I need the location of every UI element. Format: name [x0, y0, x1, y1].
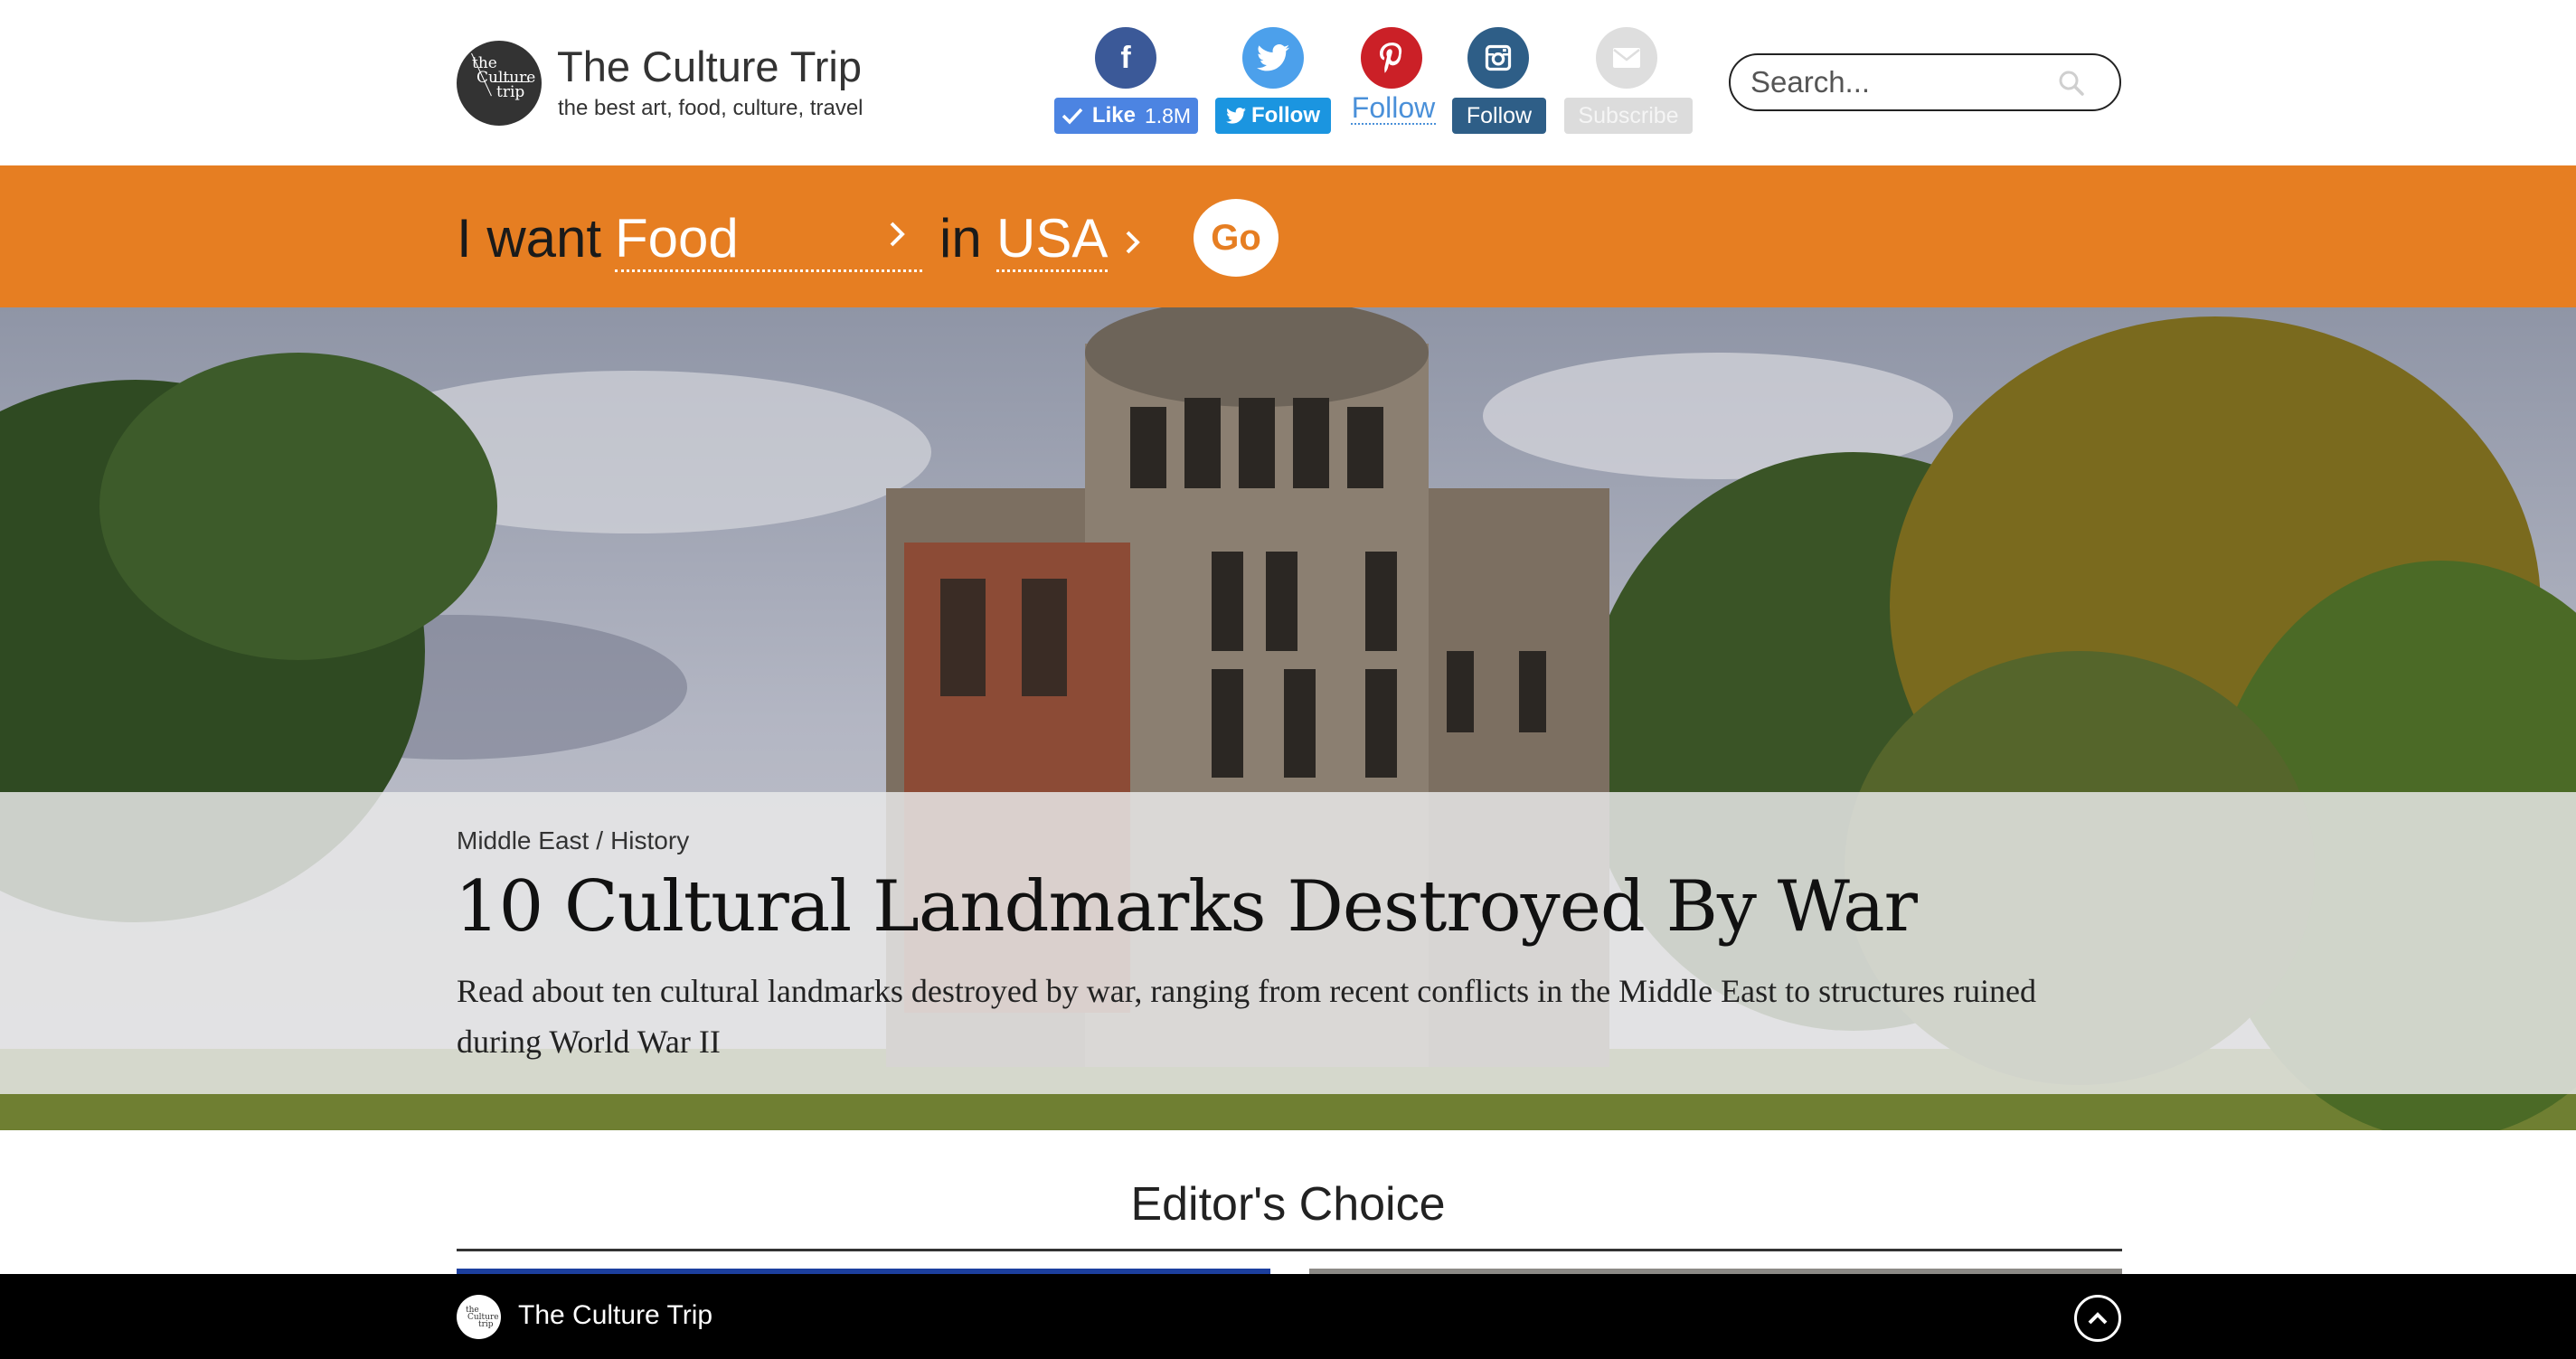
chevron-up-icon: [2088, 1312, 2108, 1325]
article-description: Read about ten cultural landmarks destro…: [457, 973, 2037, 1060]
location-select[interactable]: USA: [996, 207, 1140, 272]
want-value: Food: [615, 208, 739, 269]
breadcrumb-category[interactable]: History: [610, 826, 689, 854]
search-icon[interactable]: [2058, 70, 2085, 97]
facebook-icon[interactable]: f: [1095, 27, 1156, 89]
location-value: USA: [996, 207, 1109, 272]
email-subscribe-button[interactable]: Subscribe: [1564, 98, 1693, 134]
site-header: the Culture trip The Culture Trip the be…: [0, 0, 2576, 165]
go-button[interactable]: Go: [1194, 199, 1279, 277]
brand-tagline: the best art, food, culture, travel: [558, 96, 863, 120]
twitter-follow-button[interactable]: Follow: [1215, 98, 1331, 134]
hero-banner[interactable]: Middle East / History 10 Cultural Landmark…: [0, 307, 2576, 1130]
site-logo[interactable]: the Culture trip: [457, 41, 542, 126]
pinterest-follow-button[interactable]: Follow: [1351, 91, 1436, 125]
facebook-like-button[interactable]: Like 1.8M: [1054, 98, 1198, 134]
search-box: [1729, 53, 2121, 111]
back-to-top-button[interactable]: [2074, 1295, 2121, 1342]
facebook-like-count: 1.8M: [1144, 103, 1192, 127]
finder-bar: I want Food in USA Go: [0, 165, 2576, 307]
section-divider: [457, 1249, 2122, 1251]
article-title[interactable]: 10 Cultural Landmarks Destroyed By War: [455, 866, 1918, 948]
sticky-footer-bar: the Culture trip The Culture Trip: [0, 1274, 2576, 1359]
in-label: in: [939, 208, 982, 269]
pinterest-icon[interactable]: [1361, 27, 1422, 89]
section-title-editors-choice: Editor's Choice: [1130, 1178, 1446, 1231]
brand-title[interactable]: The Culture Trip: [557, 42, 862, 91]
want-select[interactable]: Food: [615, 207, 922, 272]
instagram-icon[interactable]: [1467, 27, 1529, 89]
want-label: I want: [457, 208, 602, 269]
search-input[interactable]: [1750, 64, 2058, 100]
twitter-bird-icon: [1226, 108, 1246, 124]
footer-logo[interactable]: the Culture trip: [457, 1295, 501, 1339]
chevron-right-icon: [1126, 231, 1140, 254]
breadcrumb-region[interactable]: Middle East: [457, 826, 589, 854]
chevron-right-icon: [890, 222, 905, 247]
checkmark-icon: [1062, 108, 1083, 125]
instagram-follow-button[interactable]: Follow: [1452, 98, 1546, 134]
envelope-icon[interactable]: [1596, 27, 1657, 89]
footer-title[interactable]: The Culture Trip: [518, 1300, 712, 1331]
twitter-icon[interactable]: [1242, 27, 1304, 89]
breadcrumb: Middle East / History: [457, 826, 690, 854]
